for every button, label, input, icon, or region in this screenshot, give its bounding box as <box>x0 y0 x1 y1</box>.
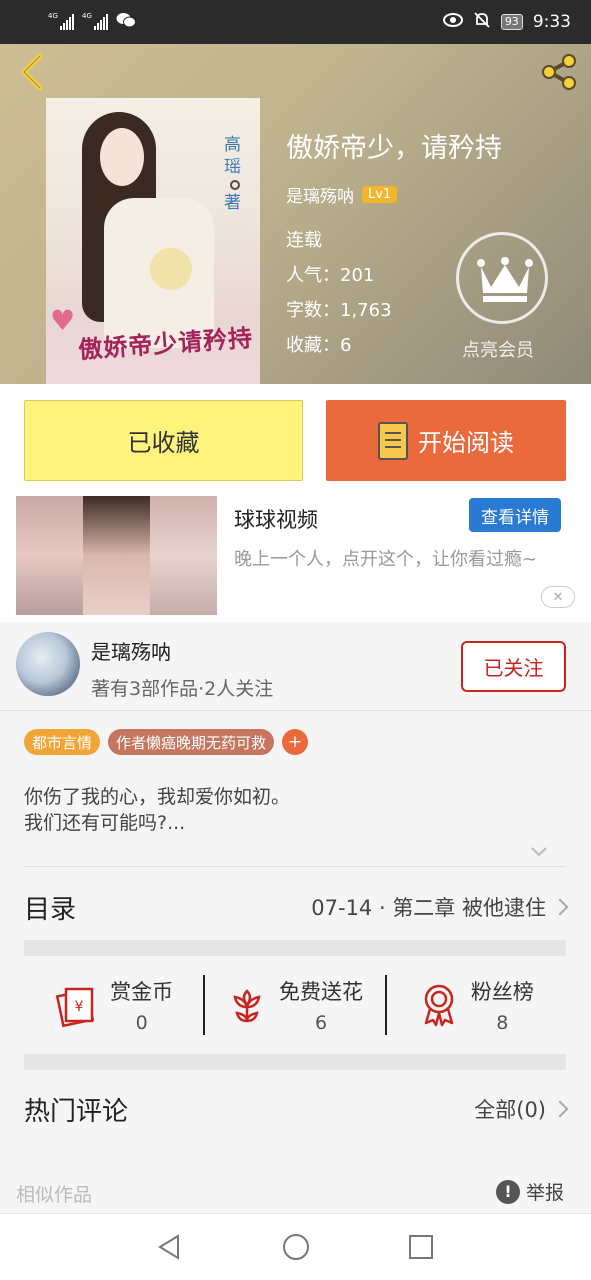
level-badge: Lv1 <box>362 186 398 203</box>
system-nav-bar <box>0 1213 591 1280</box>
fan-ranking-button[interactable]: 粉丝榜 8 <box>387 970 566 1040</box>
square-recents-icon <box>409 1235 433 1259</box>
reward-coins-button[interactable]: ¥ 赏金币 0 <box>24 970 203 1040</box>
cover-author: 高瑶著 <box>224 135 241 213</box>
svg-text:¥: ¥ <box>75 999 84 1015</box>
flower-icon <box>233 989 261 1023</box>
heart-icon: ♥ <box>50 304 76 337</box>
ad-banner[interactable]: 球球视频 查看详情 晚上一个人，点开这个，让你看过瘾~ ✕ <box>0 494 591 622</box>
book-popularity: 人气：201 <box>286 265 375 286</box>
similar-works-label: 相似作品 <box>16 1184 93 1206</box>
ad-image[interactable] <box>16 496 217 615</box>
red-envelope-icon: ¥ <box>55 987 95 1027</box>
stat-value: 8 <box>496 1012 509 1034</box>
book-author-row: 是璃殇呐 Lv1 <box>286 182 398 207</box>
share-button[interactable] <box>537 50 581 94</box>
nav-home-button[interactable] <box>281 1232 311 1262</box>
wechat-icon <box>116 12 136 32</box>
vip-label: 点亮会员 <box>462 340 534 361</box>
book-header: ♥ 高瑶著 傲娇帝少请矜持 傲娇帝少，请矜持 是璃殇呐 Lv1 连载 人气：20… <box>0 44 591 384</box>
stat-label: 粉丝榜 <box>470 980 534 1004</box>
chevron-right-icon <box>551 898 569 916</box>
mute-bell-icon <box>473 11 491 34</box>
author-card: 是璃殇呐 著有3部作品·2人关注 已关注 <box>0 622 591 711</box>
favorite-button[interactable]: 已收藏 <box>24 400 303 481</box>
author-stats: 著有3部作品·2人关注 <box>91 678 274 700</box>
stat-label: 免费送花 <box>278 980 363 1004</box>
chevron-down-icon <box>531 847 547 857</box>
medal-icon <box>424 984 454 1027</box>
synopsis[interactable]: 你伤了我的心，我却爱你如初。 我们还有可能吗?... <box>24 784 290 836</box>
add-tag-button[interactable]: + <box>282 729 309 755</box>
send-flower-button[interactable]: 免费送花 6 <box>205 970 384 1040</box>
chevron-left-icon <box>21 53 43 91</box>
eye-icon <box>442 12 463 32</box>
book-status: 连载 <box>286 230 322 251</box>
tag-custom[interactable]: 作者懒癌晚期无药可救 <box>108 729 275 755</box>
synopsis-line: 我们还有可能吗?... <box>24 812 186 834</box>
book-cover[interactable]: ♥ 高瑶著 傲娇帝少请矜持 <box>46 98 260 384</box>
latest-chapter: 07-14 · 第二章 被他逮住 <box>311 896 546 920</box>
stats-row: ¥ 赏金币 0 免费送花 6 粉丝榜 8 <box>24 970 566 1040</box>
toc-title: 目录 <box>24 894 77 925</box>
chevron-right-icon <box>551 1100 569 1118</box>
book-favorites: 收藏：6 <box>286 335 352 356</box>
back-button[interactable] <box>14 52 50 92</box>
synopsis-line: 你伤了我的心，我却爱你如初。 <box>24 786 291 808</box>
table-of-contents-row[interactable]: 目录 07-14 · 第二章 被他逮住 <box>24 880 569 934</box>
crown-icon <box>477 257 533 302</box>
status-bar: 4G 4G 93 9:33 <box>0 0 591 44</box>
ad-title: 球球视频 <box>234 508 318 532</box>
ad-close-button[interactable]: ✕ <box>541 586 575 608</box>
warning-icon: ! <box>496 1179 520 1204</box>
hot-comments-row[interactable]: 热门评论 全部(0) <box>24 1085 569 1133</box>
stat-label: 赏金币 <box>110 980 174 1004</box>
stat-value: 0 <box>135 1012 148 1034</box>
circle-home-icon <box>283 1234 309 1260</box>
divider <box>24 866 566 867</box>
avatar[interactable] <box>16 632 80 696</box>
section-divider <box>24 1054 566 1070</box>
book-icon <box>378 421 408 460</box>
section-divider <box>24 940 566 956</box>
tag-list: 都市言情 作者懒癌晚期无药可救 + <box>24 729 309 755</box>
tag-genre[interactable]: 都市言情 <box>24 729 101 755</box>
stat-value: 6 <box>314 1012 328 1034</box>
book-word-count: 字数：1,763 <box>286 300 392 321</box>
nav-recents-button[interactable] <box>406 1232 436 1262</box>
signal-icon-2: 4G <box>82 12 108 30</box>
triangle-back-icon <box>158 1234 179 1260</box>
start-reading-button[interactable]: 开始阅读 <box>326 400 566 481</box>
report-button[interactable]: ! 举报 <box>496 1178 564 1205</box>
clock: 9:33 <box>532 12 571 32</box>
book-title: 傲娇帝少，请矜持 <box>286 133 502 164</box>
battery-indicator: 93 <box>500 14 523 30</box>
follow-button[interactable]: 已关注 <box>461 641 566 692</box>
action-bar: 已收藏 开始阅读 <box>0 384 591 494</box>
all-comments-link: 全部(0) <box>474 1098 546 1122</box>
vip-button[interactable] <box>456 232 548 324</box>
hot-comments-title: 热门评论 <box>24 1096 129 1127</box>
ad-description: 晚上一个人，点开这个，让你看过瘾~ <box>234 549 538 570</box>
nav-back-button[interactable] <box>154 1232 184 1262</box>
author-name[interactable]: 是璃殇呐 <box>91 636 171 665</box>
share-icon <box>542 54 576 90</box>
ad-detail-button[interactable]: 查看详情 <box>469 498 561 532</box>
signal-icon: 4G <box>48 12 74 30</box>
book-author[interactable]: 是璃殇呐 <box>286 182 354 207</box>
expand-button[interactable] <box>528 840 550 862</box>
